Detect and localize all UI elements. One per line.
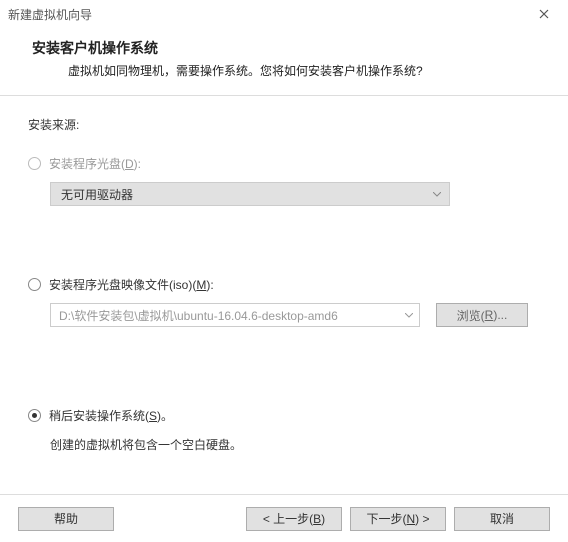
page-title: 安装客户机操作系统: [32, 38, 546, 58]
radio-icon: [28, 409, 41, 422]
wizard-header: 安装客户机操作系统 虚拟机如同物理机，需要操作系统。您将如何安装客户机操作系统?: [0, 28, 568, 95]
content-area: 安装来源: 安装程序光盘(D): 无可用驱动器 安装程序光盘映像文件(iso)(…: [0, 96, 568, 489]
drive-select[interactable]: 无可用驱动器: [50, 182, 450, 206]
radio-iso-file[interactable]: 安装程序光盘映像文件(iso)(M):: [28, 276, 540, 293]
radio-label-later: 稍后安装操作系统(S)。: [49, 407, 173, 424]
cancel-button[interactable]: 取消: [454, 507, 550, 531]
chevron-down-icon: [433, 189, 441, 200]
iso-path-value: D:\软件安装包\虚拟机\ubuntu-16.04.6-desktop-amd6: [59, 307, 338, 324]
radio-label-disc: 安装程序光盘(D):: [49, 155, 141, 172]
radio-icon: [28, 278, 41, 291]
radio-icon: [28, 157, 41, 170]
page-description: 虚拟机如同物理机，需要操作系统。您将如何安装客户机操作系统?: [32, 62, 546, 79]
iso-path-input[interactable]: D:\软件安装包\虚拟机\ubuntu-16.04.6-desktop-amd6: [50, 303, 420, 327]
next-button[interactable]: 下一步(N) >: [350, 507, 446, 531]
install-source-label: 安装来源:: [28, 116, 540, 133]
drive-select-value: 无可用驱动器: [61, 186, 133, 203]
radio-install-later[interactable]: 稍后安装操作系统(S)。: [28, 407, 540, 424]
option-iso-file: 安装程序光盘映像文件(iso)(M): D:\软件安装包\虚拟机\ubuntu-…: [28, 276, 540, 327]
option-install-later: 稍后安装操作系统(S)。 创建的虚拟机将包含一个空白硬盘。: [28, 407, 540, 453]
radio-installer-disc[interactable]: 安装程序光盘(D):: [28, 155, 540, 172]
browse-button[interactable]: 浏览(R)...: [436, 303, 528, 327]
back-button[interactable]: < 上一步(B): [246, 507, 342, 531]
install-later-description: 创建的虚拟机将包含一个空白硬盘。: [50, 436, 540, 453]
close-icon[interactable]: [524, 2, 564, 26]
titlebar: 新建虚拟机向导: [0, 0, 568, 28]
chevron-down-icon: [405, 310, 413, 321]
wizard-footer: 帮助 < 上一步(B) 下一步(N) > 取消: [0, 494, 568, 542]
help-button[interactable]: 帮助: [18, 507, 114, 531]
option-installer-disc: 安装程序光盘(D): 无可用驱动器: [28, 155, 540, 206]
window-title: 新建虚拟机向导: [8, 6, 92, 23]
radio-label-iso: 安装程序光盘映像文件(iso)(M):: [49, 276, 214, 293]
